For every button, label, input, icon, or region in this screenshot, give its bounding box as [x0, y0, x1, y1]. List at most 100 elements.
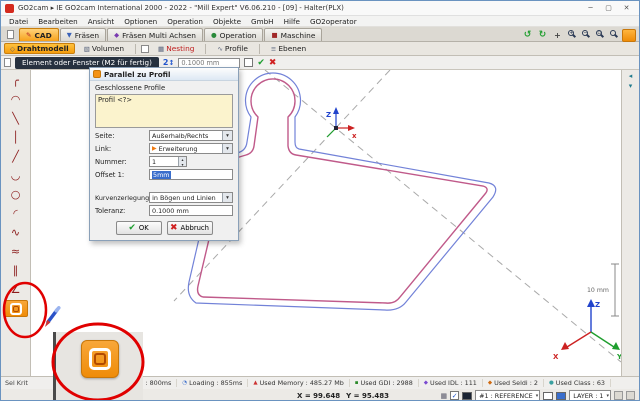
reference-color-swatch[interactable] [462, 392, 472, 400]
quarter-arc-tool[interactable]: ◜ [4, 205, 28, 222]
application-window: GO2cam ▸ IE GO2cam International 2000 - … [0, 0, 640, 401]
reference-select[interactable]: #1 : REFERENCE [475, 390, 540, 401]
parallel-lines-tool[interactable]: ∥ [4, 262, 28, 279]
close-icon[interactable]: ✕ [618, 2, 635, 14]
parallel-profile-icon [10, 303, 22, 315]
offset-label: Offset 1: [95, 171, 124, 179]
menu-objekte[interactable]: Objekte [208, 17, 246, 26]
rotate-cw-icon[interactable]: ↻ [536, 29, 549, 42]
zoom-out-icon[interactable]: − [580, 29, 592, 42]
zoom-fit-icon[interactable] [608, 29, 620, 42]
axis-x-label: X [553, 353, 559, 361]
operation-icon: ● [211, 32, 217, 39]
profile-button[interactable]: ∿ Profile [211, 43, 253, 54]
oblique-line-tool[interactable]: ╱ [4, 148, 28, 165]
pan-icon[interactable]: + [551, 29, 564, 42]
multi-axis-icon: ◆ [114, 32, 119, 39]
tab-fraesen-multi-achsen[interactable]: ◆ Fräsen Multi Achsen [107, 28, 203, 41]
toolbar-separator [205, 44, 206, 54]
tab-operation[interactable]: ● Operation [204, 28, 263, 41]
ebenen-label: Ebenen [278, 44, 306, 53]
side-value: Außerhalb/Rechts [152, 132, 208, 140]
vertical-line-tool[interactable]: │ [4, 129, 28, 146]
nesting-checkbox[interactable] [141, 45, 149, 53]
decomposition-select[interactable]: in Bögen und Linien [149, 192, 233, 203]
angle-tool[interactable]: ∠ [4, 281, 28, 298]
rotate-ccw-icon[interactable]: ↺ [521, 29, 534, 42]
quick-access-icon[interactable] [622, 29, 636, 42]
layer-controls: ▦ ✓ #1 : REFERENCE LAYER : 1 [441, 390, 640, 401]
mode-toolbar: ◇ Drahtmodell ▧ Volumen ▦ Nesting ∿ Prof… [1, 42, 639, 56]
x-icon: ✖ [170, 223, 178, 233]
drahtmodell-button[interactable]: ◇ Drahtmodell [4, 43, 75, 54]
profiles-listbox[interactable]: Profil <?> [95, 94, 233, 128]
offset-value: 5mm [152, 171, 171, 179]
layer-color-swatch-blue[interactable] [556, 392, 566, 400]
menu-ansicht[interactable]: Ansicht [83, 17, 120, 26]
link-select[interactable]: ▶Erweiterung [149, 143, 233, 154]
spinner-arrows-icon[interactable]: ▴▾ [178, 157, 186, 166]
ok-button[interactable]: ✔OK [116, 221, 162, 235]
axis-z-label: Z [595, 301, 600, 309]
volumen-button[interactable]: ▧ Volumen [78, 43, 130, 54]
scale-label: 10 mm [587, 287, 609, 294]
zoom-in-icon[interactable]: + [566, 29, 578, 42]
grid-icon[interactable]: ▦ [441, 392, 448, 400]
side-select[interactable]: Außerhalb/Rechts [149, 130, 233, 141]
menu-gmbh[interactable]: GmbH [246, 17, 279, 26]
window-title: GO2cam ▸ IE GO2cam International 2000 - … [18, 4, 344, 12]
x-coordinate: X = 99.648 [297, 392, 340, 400]
corner-tool[interactable]: ╭ [4, 72, 28, 89]
misc-button-2[interactable] [626, 391, 635, 400]
check-icon: ✔ [128, 223, 136, 233]
arc-bottom-tool[interactable]: ◡ [4, 167, 28, 184]
menu-operation[interactable]: Operation [162, 17, 208, 26]
menu-hilfe[interactable]: Hilfe [279, 17, 305, 26]
prompt-checkbox[interactable] [244, 58, 253, 67]
layer-color-swatch-white[interactable] [543, 392, 553, 400]
cancel-button[interactable]: ✖Abbruch [167, 221, 213, 235]
zoom-window-icon[interactable]: ▫ [594, 29, 606, 42]
profile-label: Profile [225, 44, 248, 53]
misc-button-1[interactable] [614, 391, 623, 400]
menu-datei[interactable]: Datei [4, 17, 33, 26]
collapse-panel-icon[interactable]: ◂ [629, 73, 633, 80]
tab-maschine[interactable]: ■ Maschine [264, 28, 322, 41]
offset-input[interactable]: 5mm [149, 169, 233, 180]
prompt-value-input[interactable]: 0.1000 mm [178, 58, 240, 68]
minimize-icon[interactable]: ─ [582, 2, 599, 14]
view-axis-indicator: Z X Y [553, 299, 621, 361]
app-logo-icon [5, 4, 14, 13]
profile-list-item[interactable]: Profil <?> [98, 96, 230, 104]
ebenen-button[interactable]: ≡ Ebenen [265, 43, 312, 54]
new-document-icon[interactable] [4, 28, 16, 40]
offset-curves-tool[interactable]: ≈ [4, 243, 28, 260]
dialog-titlebar[interactable]: Parallel zu Profil [90, 68, 238, 81]
wireframe-icon: ◇ [10, 45, 15, 53]
number-input[interactable]: 1 ▴▾ [149, 156, 187, 167]
tab-cad[interactable]: ✎ CAD [19, 28, 59, 41]
menu-go2operator[interactable]: GO2operator [305, 17, 362, 26]
arc-top-tool[interactable]: ◠ [4, 91, 28, 108]
menu-optionen[interactable]: Optionen [119, 17, 162, 26]
nesting-button[interactable]: ▦ Nesting [152, 43, 200, 54]
reference-visibility-checkbox[interactable]: ✓ [450, 391, 459, 400]
menu-bearbeiten[interactable]: Bearbeiten [33, 17, 83, 26]
parallel-profile-tool[interactable] [4, 300, 28, 317]
decomposition-value: in Bögen und Linien [152, 194, 216, 202]
idl-icon: ◆ [424, 380, 428, 386]
expand-panel-icon[interactable]: ▾ [629, 83, 633, 90]
layer-select[interactable]: LAYER : 1 [569, 390, 611, 401]
tab-fraesen[interactable]: ▼ Fräsen [60, 28, 106, 41]
profile-curve[interactable] [198, 79, 488, 303]
confirm-check-icon[interactable]: ✔ [257, 58, 265, 68]
diagonal-line-tool[interactable]: ╲ [4, 110, 28, 127]
spline-tool[interactable]: ∿ [4, 224, 28, 241]
maximize-icon[interactable]: ▢ [600, 2, 617, 14]
cancel-x-icon[interactable]: ✖ [269, 58, 277, 68]
y-coordinate: Y = 95.483 [346, 392, 389, 400]
document-icon [7, 30, 14, 39]
circle-tool[interactable]: ○ [4, 186, 28, 203]
number-value: 1 [152, 158, 156, 166]
tolerance-input[interactable]: 0.1000 mm [149, 205, 233, 216]
